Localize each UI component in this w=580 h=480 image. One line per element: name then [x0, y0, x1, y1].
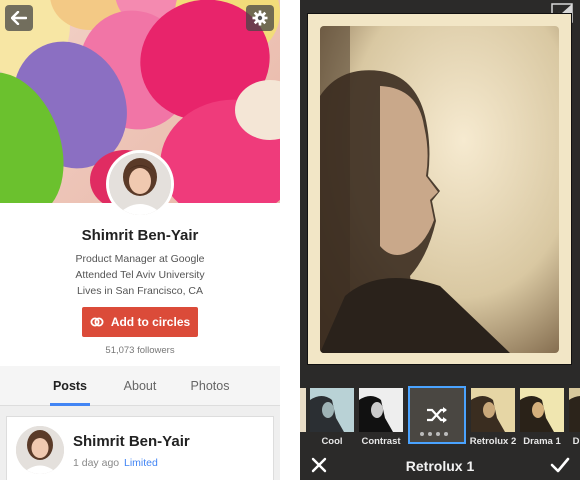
add-to-circles-label: Add to circles — [110, 315, 191, 329]
current-filter-name: Retrolux 1 — [405, 458, 475, 474]
confirm-button[interactable] — [550, 456, 570, 474]
editor-bottom-bar: Retrolux 1 — [300, 452, 580, 480]
edited-photo — [320, 26, 559, 353]
profile-screen: Shimrit Ben-Yair Product Manager at Goog… — [0, 0, 280, 480]
back-arrow-icon — [11, 11, 27, 25]
avatar-image — [16, 426, 64, 474]
filter-thumb-contrast[interactable] — [359, 388, 403, 432]
post-timestamp: 1 day ago — [73, 457, 120, 469]
post-card[interactable]: Shimrit Ben-Yair 1 day ago Limited — [6, 416, 274, 480]
photo-editor-screen: Cool Contrast Retrolux 2 Drama 1 D Retro… — [300, 0, 580, 480]
filter-label-contrast: Contrast — [361, 436, 401, 447]
post-visibility[interactable]: Limited — [124, 457, 158, 469]
profile-location: Lives in San Francisco, CA — [76, 285, 204, 297]
filter-thumb-cool[interactable] — [310, 388, 354, 432]
add-to-circles-button[interactable]: Add to circles — [82, 307, 198, 337]
profile-avatar[interactable] — [106, 150, 174, 218]
filter-thumb[interactable] — [300, 388, 306, 432]
app-root: Shimrit Ben-Yair Product Manager at Goog… — [0, 0, 580, 480]
profile-education: Attended Tel Aviv University — [75, 269, 205, 281]
circles-link-icon — [90, 317, 104, 327]
filter-label-partial: D — [572, 436, 580, 447]
filter-thumb-shuffle-selected[interactable] — [408, 386, 466, 444]
tab-photos[interactable]: Photos — [180, 366, 240, 406]
post-avatar[interactable] — [16, 426, 64, 474]
filter-strip: Cool Contrast Retrolux 2 Drama 1 D — [300, 386, 580, 450]
photo-preview — [308, 14, 571, 364]
tab-posts[interactable]: Posts — [40, 366, 100, 406]
shuffle-icon — [427, 407, 447, 423]
tab-about[interactable]: About — [110, 366, 170, 406]
post-author[interactable]: Shimrit Ben-Yair — [73, 433, 190, 450]
back-button[interactable] — [5, 5, 33, 31]
active-tab-indicator — [50, 403, 90, 406]
screen-divider — [280, 0, 300, 480]
profile-name: Shimrit Ben-Yair — [81, 227, 199, 244]
gear-icon — [252, 10, 268, 26]
filter-thumb-partial[interactable] — [569, 388, 580, 432]
settings-button[interactable] — [246, 5, 274, 31]
filter-thumb-retrolux2[interactable] — [471, 388, 515, 432]
avatar-image — [109, 153, 171, 215]
profile-tabs: Posts About Photos — [0, 366, 280, 406]
page-dots — [420, 432, 448, 436]
checkmark-icon — [550, 457, 570, 473]
profile-job: Product Manager at Google — [75, 253, 205, 265]
filter-thumb-drama1[interactable] — [520, 388, 564, 432]
followers-count: 51,073 followers — [105, 345, 175, 356]
